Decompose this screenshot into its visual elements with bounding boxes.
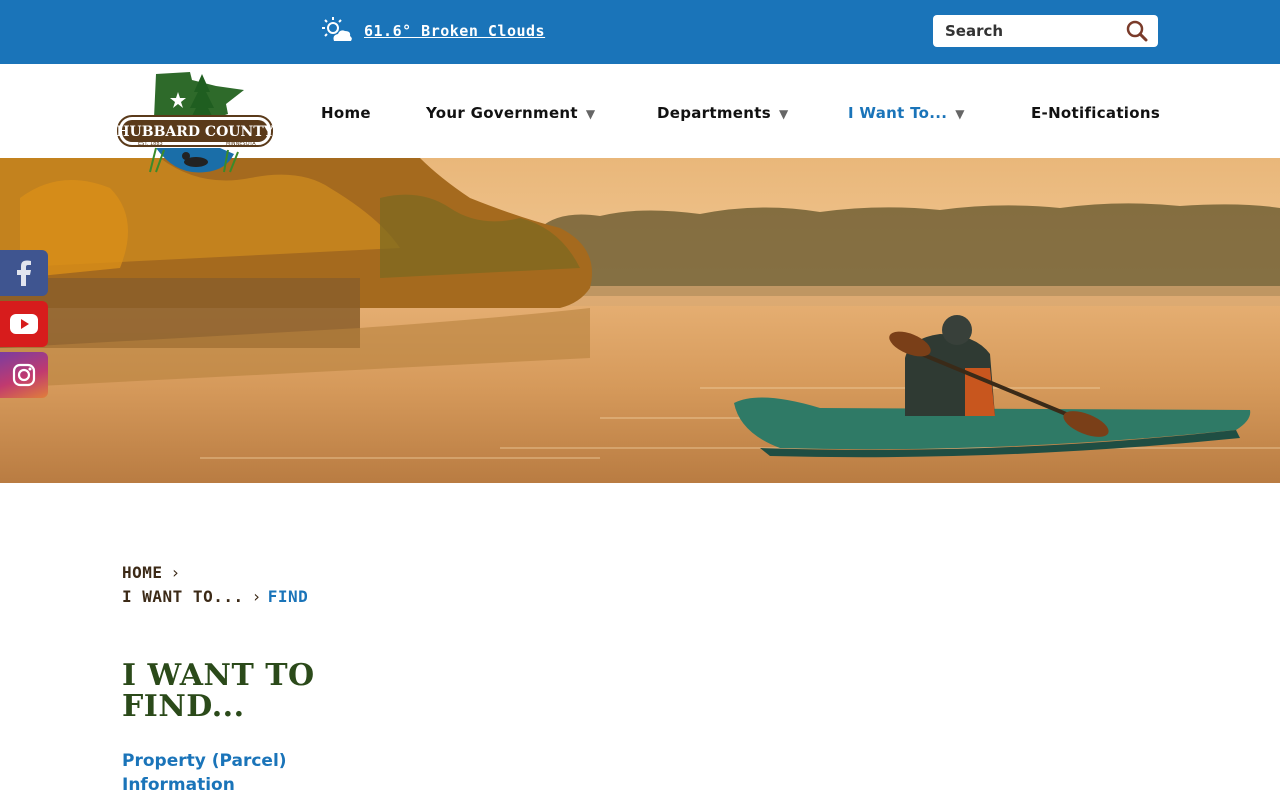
nav-i-want-to[interactable]: I Want To... ▼ [848, 104, 965, 122]
nav-your-government[interactable]: Your Government ▼ [426, 104, 595, 122]
nav-departments-label: Departments [657, 104, 771, 122]
partly-cloudy-icon [322, 17, 352, 41]
nav-government-label: Your Government [426, 104, 578, 122]
breadcrumb-row-2: I WANT TO... › FIND [122, 587, 308, 606]
facebook-icon [17, 260, 31, 286]
hero-image [0, 158, 1280, 483]
nav-i-want-to-label: I Want To... [848, 104, 948, 122]
nav-home-label: Home [321, 104, 371, 122]
breadcrumb-home[interactable]: HOME [122, 563, 163, 582]
facebook-button[interactable] [0, 250, 48, 296]
nav-e-notifications[interactable]: E-Notifications [1031, 104, 1160, 122]
logo-text: HUBBARD COUNTY [116, 124, 274, 140]
nav-home[interactable]: Home [321, 104, 371, 122]
logo-state: MINNESOTA [226, 141, 256, 147]
caret-down-icon: ▼ [585, 107, 596, 121]
main-header: HUBBARD COUNTY EST. 1883 MINNESOTA Home … [0, 64, 1280, 173]
page-title: I WANT TO FIND... [122, 658, 315, 724]
instagram-icon [12, 363, 36, 387]
property-information-link[interactable]: Property (Parcel) Information [122, 749, 342, 797]
search-input[interactable] [933, 16, 1113, 46]
chevron-right-icon: › [170, 563, 181, 582]
search-box [933, 15, 1158, 47]
top-bar: 61.6° Broken Clouds [0, 0, 1280, 64]
breadcrumb-current: FIND [267, 587, 309, 606]
chevron-right-icon: › [251, 587, 262, 606]
instagram-button[interactable] [0, 352, 48, 398]
nav-notifications-label: E-Notifications [1031, 104, 1161, 122]
weather-link[interactable]: 61.6° Broken Clouds [364, 22, 545, 40]
youtube-icon [10, 314, 38, 334]
caret-down-icon: ▼ [955, 107, 965, 121]
county-logo[interactable]: HUBBARD COUNTY EST. 1883 MINNESOTA [116, 68, 274, 176]
search-icon[interactable] [1126, 20, 1148, 42]
youtube-button[interactable] [0, 301, 48, 347]
logo-est: EST. 1883 [138, 141, 163, 147]
breadcrumb-i-want-to[interactable]: I WANT TO... [122, 587, 244, 606]
breadcrumb: HOME › [122, 563, 187, 582]
weather-widget[interactable]: 61.6° Broken Clouds [320, 16, 545, 46]
caret-down-icon: ▼ [778, 107, 789, 121]
nav-departments[interactable]: Departments ▼ [657, 104, 788, 122]
